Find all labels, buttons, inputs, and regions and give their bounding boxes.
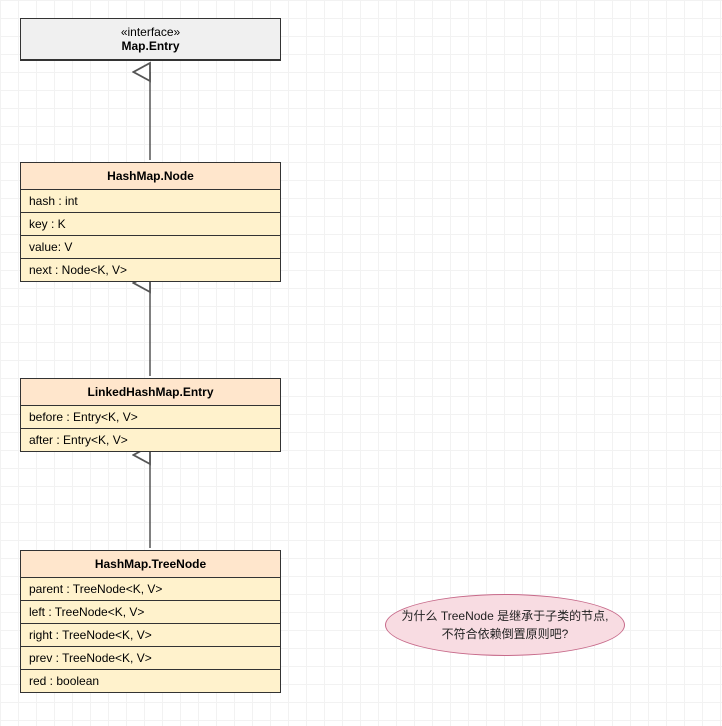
uml-attr: after : Entry<K, V> bbox=[21, 429, 280, 451]
note-line: 不符合依赖倒置原则吧? bbox=[396, 625, 614, 643]
uml-attr: red : boolean bbox=[21, 670, 280, 692]
uml-class-hashmap-treenode: HashMap.TreeNode parent : TreeNode<K, V>… bbox=[20, 550, 281, 693]
uml-attr: left : TreeNode<K, V> bbox=[21, 601, 280, 624]
uml-class-name: HashMap.TreeNode bbox=[95, 557, 206, 571]
note-line: 为什么 TreeNode 是继承于子类的节点, bbox=[396, 607, 614, 625]
uml-attr: before : Entry<K, V> bbox=[21, 406, 280, 429]
uml-class-linkedhashmap-entry: LinkedHashMap.Entry before : Entry<K, V>… bbox=[20, 378, 281, 452]
uml-class-name: Map.Entry bbox=[121, 39, 179, 53]
uml-stereotype: «interface» bbox=[29, 25, 272, 39]
uml-title: HashMap.TreeNode bbox=[21, 551, 280, 578]
uml-attr: key : K bbox=[21, 213, 280, 236]
uml-interface-map-entry: «interface» Map.Entry bbox=[20, 18, 281, 61]
uml-title: «interface» Map.Entry bbox=[21, 19, 280, 60]
uml-attr: right : TreeNode<K, V> bbox=[21, 624, 280, 647]
uml-attr: next : Node<K, V> bbox=[21, 259, 280, 281]
uml-attr: value: V bbox=[21, 236, 280, 259]
uml-class-name: LinkedHashMap.Entry bbox=[87, 385, 213, 399]
uml-class-hashmap-node: HashMap.Node hash : int key : K value: V… bbox=[20, 162, 281, 282]
uml-attr: prev : TreeNode<K, V> bbox=[21, 647, 280, 670]
uml-note: 为什么 TreeNode 是继承于子类的节点, 不符合依赖倒置原则吧? bbox=[385, 594, 625, 656]
uml-title: LinkedHashMap.Entry bbox=[21, 379, 280, 406]
uml-title: HashMap.Node bbox=[21, 163, 280, 190]
uml-attr: hash : int bbox=[21, 190, 280, 213]
uml-class-name: HashMap.Node bbox=[107, 169, 194, 183]
uml-attr: parent : TreeNode<K, V> bbox=[21, 578, 280, 601]
